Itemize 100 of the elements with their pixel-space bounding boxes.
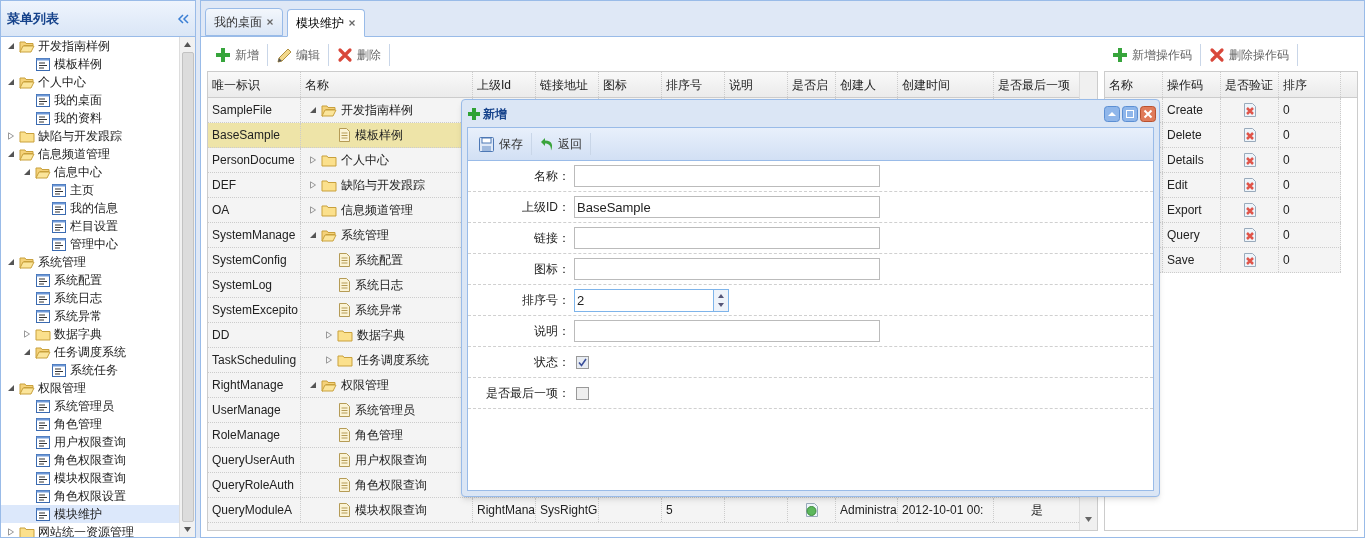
tab[interactable]: 模块维护 [287,9,365,37]
table-cell-text: 信息频道管理 [341,202,413,219]
input-field[interactable] [574,258,880,280]
sidebar-item[interactable]: 任务调度系统 [1,343,179,361]
toolbar-button[interactable]: 保存 [472,131,529,157]
expander-icon[interactable] [7,258,15,266]
table-cell-text: 0 [1283,202,1290,219]
list-icon [51,200,67,216]
sidebar-item[interactable]: 栏目设置 [1,217,179,235]
column-header[interactable]: 创建时间 [898,72,994,97]
sidebar-item[interactable]: 开发指南样例 [1,37,179,55]
column-header[interactable]: 唯一标识 [208,72,301,97]
scroll-down-icon[interactable] [184,527,191,532]
sidebar-item[interactable]: 系统管理 [1,253,179,271]
expander-icon[interactable] [23,168,31,176]
expander-icon[interactable] [309,381,317,389]
sidebar-item[interactable]: 用户权限查询 [1,433,179,451]
column-header[interactable]: 排序号 [662,72,725,97]
sidebar-item[interactable]: 角色权限设置 [1,487,179,505]
expander-icon[interactable] [7,78,15,86]
list-icon [35,290,51,306]
sidebar-item[interactable]: 主页 [1,181,179,199]
close-icon[interactable] [348,19,356,27]
table-cell-text: Create [1167,102,1204,119]
expander-icon[interactable] [7,384,15,392]
scroll-down-icon[interactable] [1085,517,1092,522]
column-header[interactable]: 是否验证 [1221,72,1279,97]
expander-icon[interactable] [309,106,317,114]
sidebar-item[interactable]: 我的桌面 [1,91,179,109]
close-icon[interactable] [266,18,274,26]
expander-icon[interactable] [23,348,31,356]
close-button[interactable] [1140,105,1156,122]
sidebar-item[interactable]: 系统日志 [1,289,179,307]
scrollbar[interactable] [179,37,195,537]
list-icon [35,434,51,450]
column-header[interactable]: 图标 [599,72,662,97]
document-icon [337,252,351,268]
sidebar-item[interactable]: 信息中心 [1,163,179,181]
sidebar-item[interactable]: 模板样例 [1,55,179,73]
table-cell-text: SystemExcepito [212,302,299,319]
document-icon [337,477,351,493]
table-row[interactable]: QueryModuleA 模块权限查询 RightMana SysRightG 5 Administra 2012-10-01 00: 是 [208,498,1079,523]
column-header[interactable]: 名称 [301,72,473,97]
collapse-icon[interactable] [177,13,189,24]
toolbar-button[interactable]: 新增操作码 [1106,42,1198,68]
expander-icon[interactable] [7,42,15,50]
sidebar-item[interactable]: 系统管理员 [1,397,179,415]
sidebar-item[interactable]: 缺陷与开发跟踪 [1,127,179,145]
maximize-button[interactable] [1122,105,1138,122]
sidebar-item[interactable]: 系统异常 [1,307,179,325]
toolbar-button[interactable]: 编辑 [270,42,326,68]
sidebar-item[interactable]: 角色管理 [1,415,179,433]
sidebar-item[interactable]: 网站统一资源管理 [1,523,179,537]
table-cell-text: SystemLog [212,277,273,294]
sidebar-item[interactable]: 信息频道管理 [1,145,179,163]
list-icon [35,416,51,432]
spin-buttons[interactable] [713,288,729,312]
input-field[interactable]: BaseSample [574,196,880,218]
column-header[interactable]: 上级Id [473,72,536,97]
tab[interactable]: 我的桌面 [205,8,283,36]
toolbar-button[interactable]: 返回 [534,131,588,157]
sidebar-item[interactable]: 我的资料 [1,109,179,127]
column-header[interactable]: 链接地址 [536,72,599,97]
number-field[interactable]: 2 [574,288,713,312]
list-icon [35,56,51,72]
expander-icon[interactable] [309,231,317,239]
sidebar-item[interactable]: 我的信息 [1,199,179,217]
sidebar-item[interactable]: 个人中心 [1,73,179,91]
table-cell-text: 模块权限查询 [355,502,427,519]
input-field[interactable] [574,227,880,249]
checkbox[interactable] [576,386,589,400]
sidebar-item[interactable]: 系统配置 [1,271,179,289]
folder-icon [35,327,51,341]
sidebar-item[interactable]: 管理中心 [1,235,179,253]
table-cell-text: Delete [1167,127,1202,144]
sidebar-item[interactable]: 系统任务 [1,361,179,379]
sidebar-item[interactable]: 权限管理 [1,379,179,397]
toolbar-button[interactable]: 删除操作码 [1203,42,1295,68]
collapse-button[interactable] [1104,105,1120,122]
sidebar-item[interactable]: 模块权限查询 [1,469,179,487]
column-header[interactable]: 操作码 [1163,72,1221,97]
sidebar-item[interactable]: 角色权限查询 [1,451,179,469]
toolbar-button[interactable]: 新增 [209,42,265,68]
column-header[interactable]: 排序 [1279,72,1341,97]
cross-icon [1209,47,1225,63]
input-field[interactable] [574,320,880,342]
list-icon [51,218,67,234]
table-cell-text: 2012-10-01 00: [902,502,984,519]
sidebar-item[interactable]: 模块维护 [1,505,179,523]
table-cell-text: BaseSample [212,127,281,144]
column-header[interactable]: 说明 [725,72,788,97]
checkbox[interactable] [576,355,589,369]
sidebar-item[interactable]: 数据字典 [1,325,179,343]
column-header[interactable]: 创建人 [836,72,898,97]
column-header[interactable]: 是否启 [788,72,836,97]
expander-icon[interactable] [7,150,15,158]
scroll-up-icon[interactable] [184,42,191,47]
column-header[interactable]: 名称 [1105,72,1163,97]
toolbar-button[interactable]: 删除 [331,42,387,68]
input-field[interactable] [574,165,880,187]
